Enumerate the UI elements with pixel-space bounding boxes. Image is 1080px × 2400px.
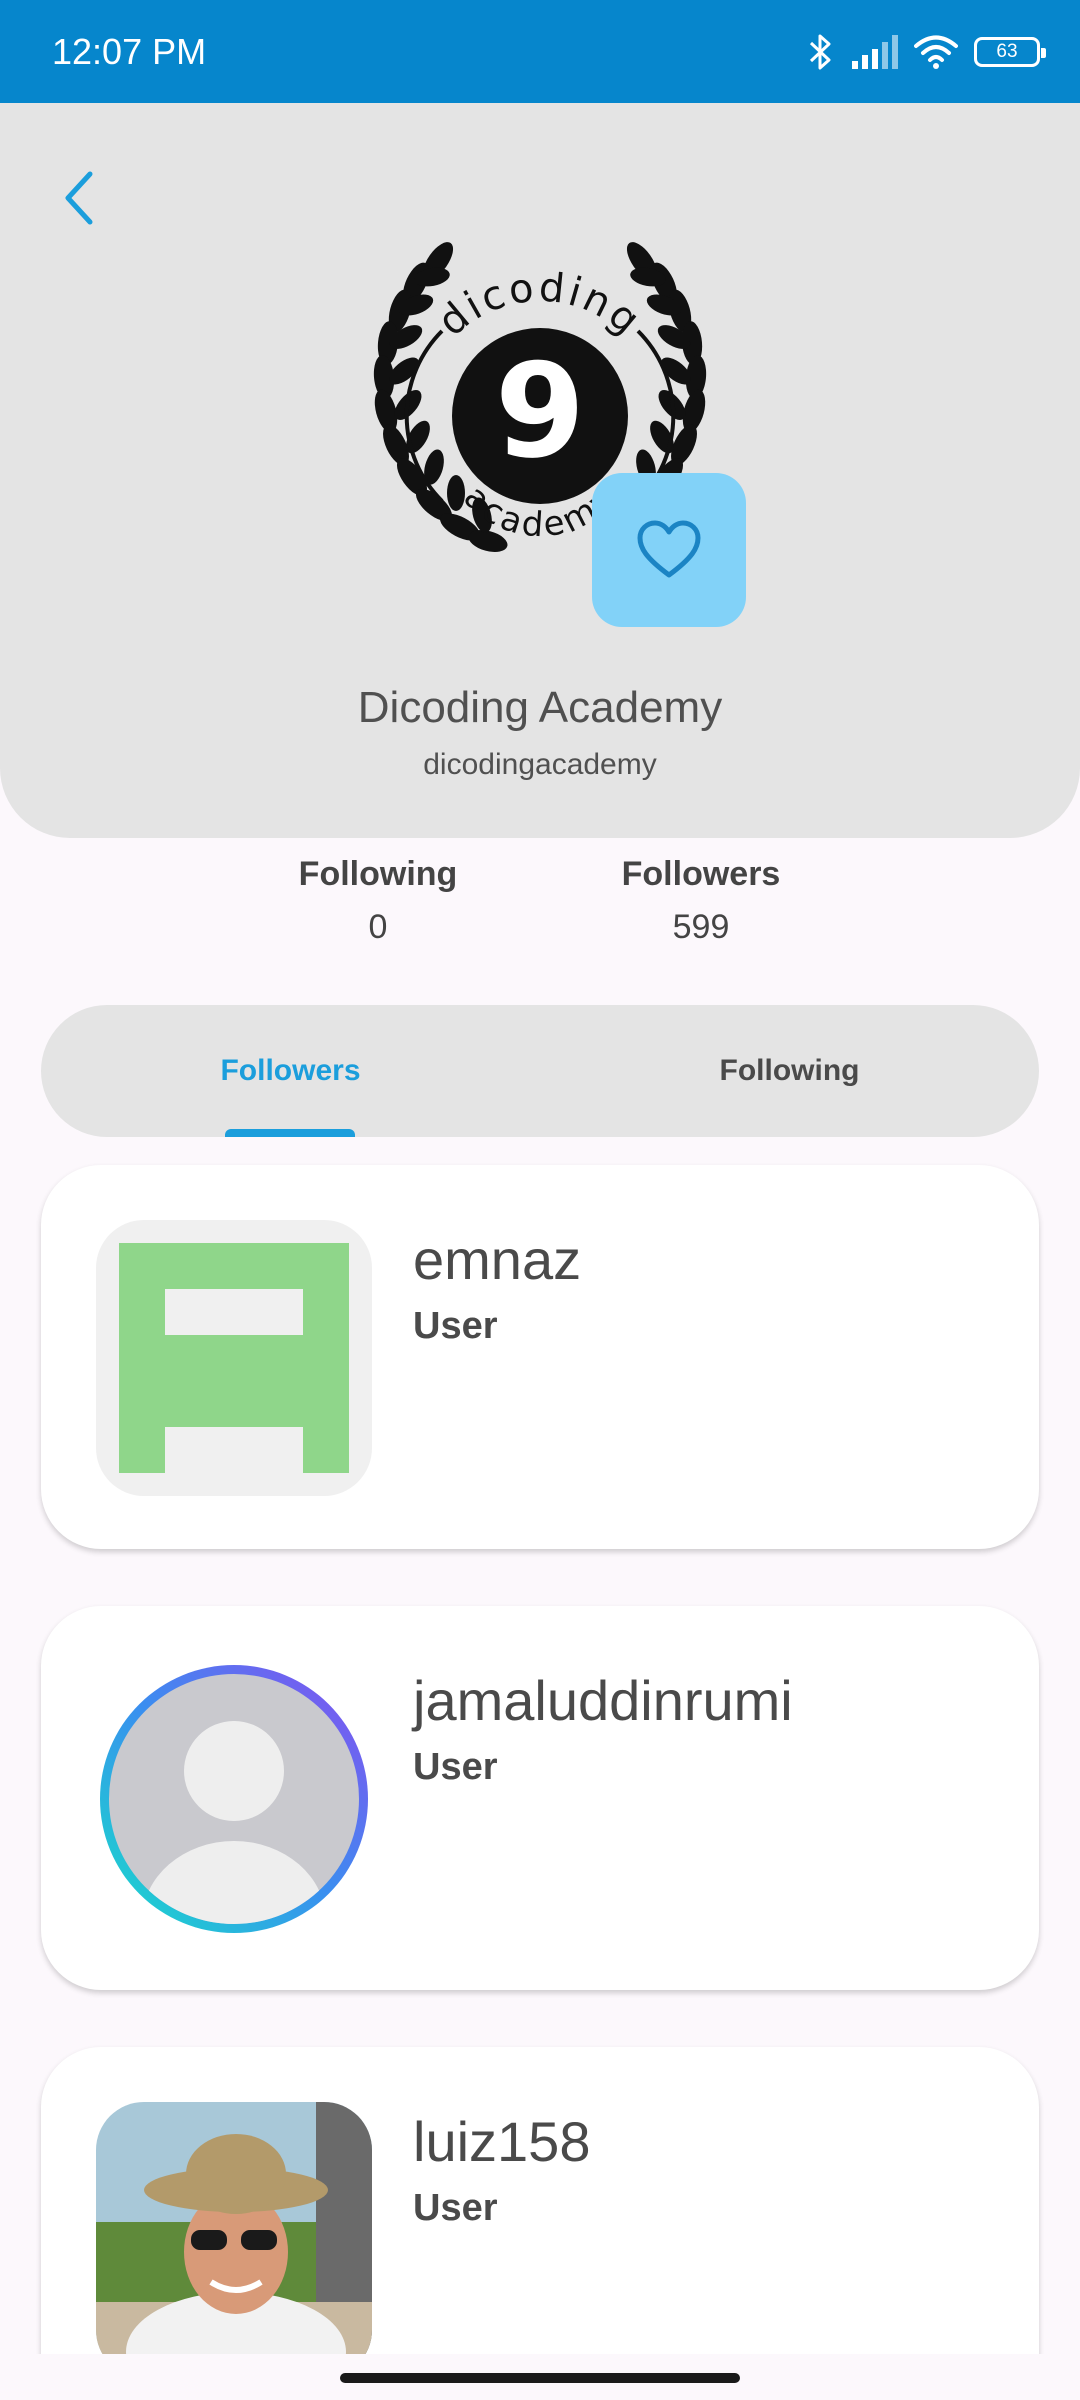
followers-count: 599 (672, 908, 730, 946)
photo-avatar (96, 2102, 372, 2378)
user-username: emnaz (413, 1228, 582, 1291)
tab-following[interactable]: Following (540, 1005, 1039, 1137)
identicon-avatar (96, 1220, 372, 1496)
user-type: User (413, 1305, 498, 1347)
heart-outline-icon (637, 520, 701, 578)
bluetooth-icon (808, 32, 834, 72)
user-username: luiz158 (413, 2110, 591, 2173)
profile-header: dicoding academy 9 Dicoding Academy dico… (0, 103, 1080, 838)
user-card[interactable]: luiz158 User (41, 2047, 1039, 2400)
favorite-button[interactable] (592, 473, 746, 627)
chevron-left-icon (65, 171, 93, 225)
status-bar: 12:07 PM 63 (0, 0, 1080, 103)
followers-stat: Followers 599 (571, 855, 831, 947)
following-label: Following (298, 855, 458, 893)
avatar (96, 1220, 372, 1496)
tab-followers[interactable]: Followers (41, 1005, 540, 1137)
battery-icon: 63 (974, 36, 1046, 67)
profile-name: Dicoding Academy (357, 683, 723, 732)
status-time: 12:07 PM (52, 30, 207, 72)
following-stat: Following 0 (248, 855, 508, 947)
user-card[interactable]: jamaluddinrumi User (41, 1606, 1039, 1990)
avatar (96, 1661, 372, 1937)
back-button[interactable] (48, 158, 108, 238)
avatar (96, 2102, 372, 2378)
following-count: 0 (368, 908, 388, 946)
user-type: User (413, 1746, 498, 1788)
tab-following-label: Following (719, 1054, 860, 1087)
logo-glyph: 9 (495, 335, 585, 487)
battery-level: 63 (996, 40, 1018, 62)
followers-label: Followers (621, 855, 781, 893)
wifi-icon (914, 35, 958, 69)
user-card[interactable]: emnaz User (41, 1165, 1039, 1549)
tab-indicator (225, 1129, 355, 1137)
user-type: User (413, 2187, 498, 2229)
tab-followers-label: Followers (220, 1054, 361, 1087)
default-person-avatar (100, 1665, 368, 1933)
profile-username: dicodingacademy (423, 748, 657, 781)
tab-bar: Followers Following (41, 1005, 1039, 1137)
status-icons: 63 (808, 32, 1046, 72)
home-indicator[interactable] (340, 2373, 740, 2383)
user-username: jamaluddinrumi (413, 1669, 793, 1732)
signal-icon (850, 34, 898, 69)
